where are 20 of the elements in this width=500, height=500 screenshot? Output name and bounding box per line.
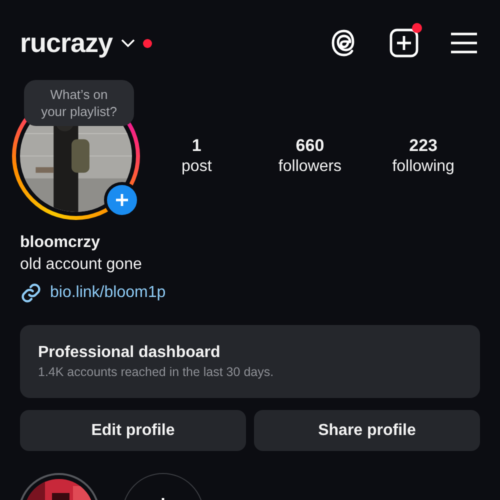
stat-count[interactable]: 223 <box>409 136 438 156</box>
stat-count[interactable]: 1 <box>192 136 202 156</box>
link-text[interactable]: bio.link/bloom1p <box>50 284 166 302</box>
dashboard-card[interactable]: Professional dashboard 1.4K accounts reached in the last 30 days. <box>20 325 480 398</box>
plus-icon <box>115 193 129 207</box>
dashboard-subtitle: 1.4K accounts reached in the last 30 days. <box>38 365 275 379</box>
profile-button[interactable]: Share profile <box>254 410 480 451</box>
bio-link[interactable]: bio.link/bloom1p <box>20 282 166 304</box>
profile-name: bloomcrzy <box>20 234 102 252</box>
link-icon <box>20 282 42 304</box>
stat-label[interactable]: post <box>182 158 212 176</box>
dashboard-title: Professional dashboard <box>38 344 222 362</box>
playlist-note-tooltip[interactable]: What’s on your playlist? <box>24 80 134 126</box>
bio-text: old account gone <box>20 256 143 274</box>
stat-label[interactable]: followers <box>278 158 342 176</box>
stat-label[interactable]: following <box>392 158 454 176</box>
stat-count[interactable]: 660 <box>296 136 324 156</box>
username[interactable]: rucrazy <box>20 28 113 58</box>
chevron-down-icon[interactable] <box>120 38 135 48</box>
profile-button[interactable]: Edit profile <box>20 410 246 451</box>
